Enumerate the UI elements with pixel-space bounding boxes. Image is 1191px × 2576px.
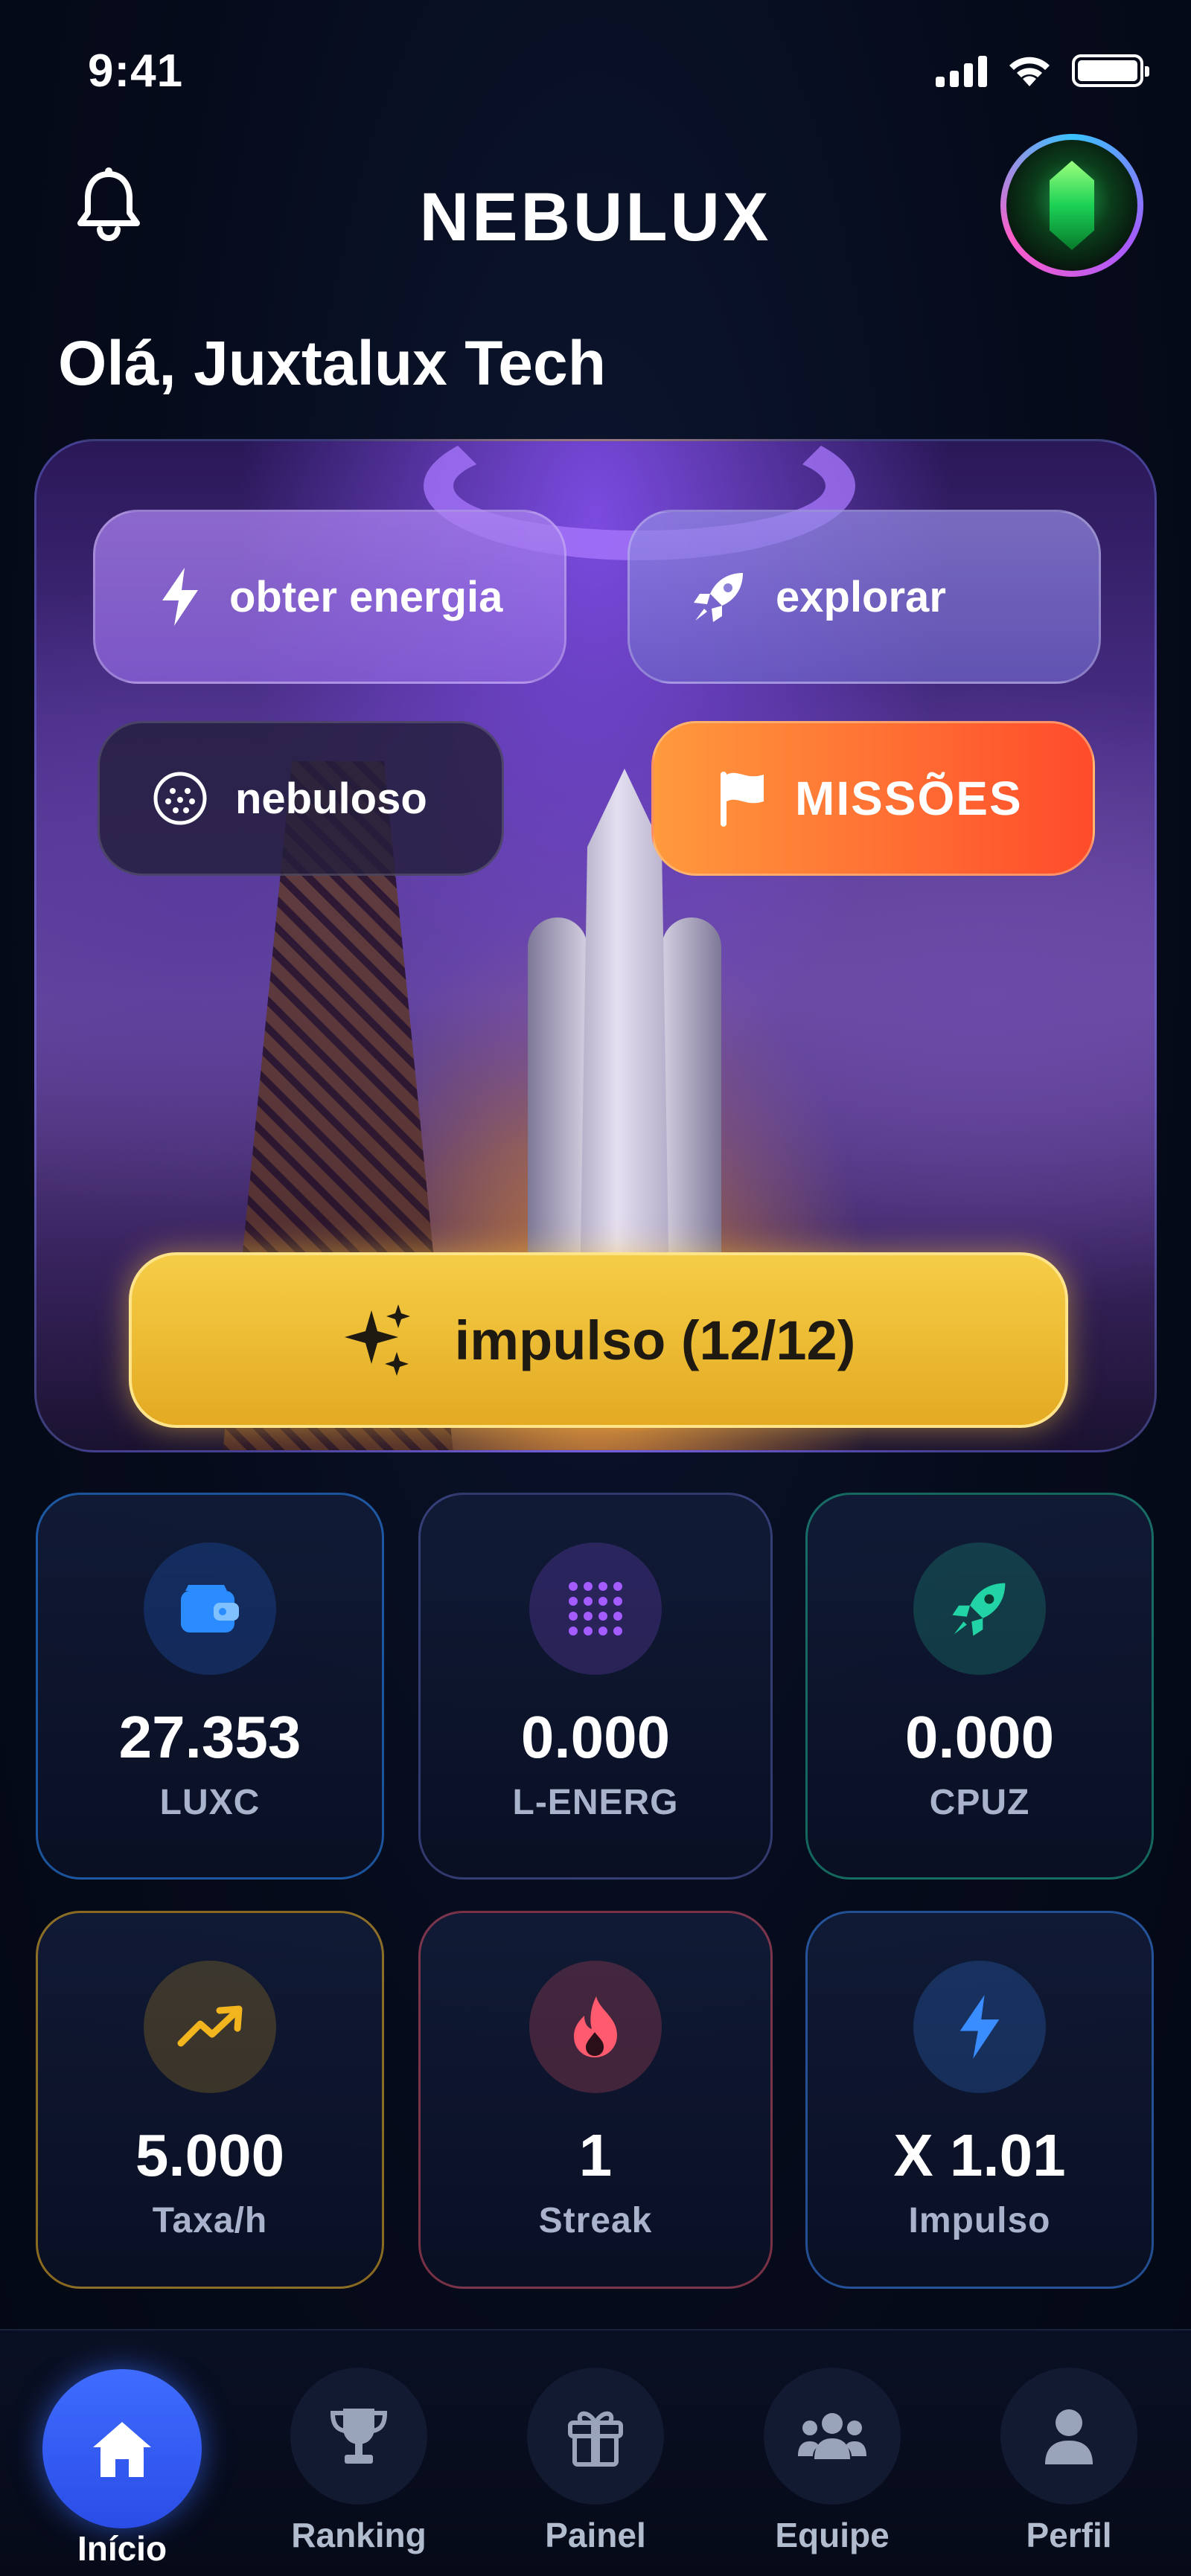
get-energy-button[interactable]: obter energia	[93, 510, 566, 684]
nav-item-inicio[interactable]: Início	[33, 2369, 211, 2569]
stat-label: Streak	[538, 2201, 653, 2240]
rocket-booster-right	[662, 917, 721, 1304]
stat-card-taxa: 5.000 Taxa/h	[36, 1911, 384, 2289]
boost-label: impulso (12/12)	[454, 1309, 856, 1371]
user-icon	[1000, 2368, 1137, 2505]
grid-dots-icon	[529, 1542, 662, 1675]
flag-icon	[721, 772, 764, 827]
stat-value: 1	[578, 2122, 613, 2188]
stat-label: L-ENERG	[512, 1783, 679, 1822]
nav-item-painel[interactable]: Painel	[506, 2368, 685, 2555]
stat-label: CPUZ	[929, 1783, 1030, 1822]
app-header: NEBULUX	[0, 134, 1191, 298]
stat-label: LUXC	[159, 1783, 261, 1822]
wallet-icon	[144, 1542, 276, 1675]
stat-value: 0.000	[520, 1704, 671, 1770]
missions-button[interactable]: MISSÕES	[651, 721, 1095, 876]
nebula-dots-icon	[153, 772, 207, 825]
team-icon	[764, 2368, 901, 2505]
nav-label: Início	[77, 2529, 167, 2568]
status-bar: 9:41	[0, 0, 1191, 141]
stat-value: 5.000	[135, 2122, 285, 2188]
rocket-icon	[694, 573, 743, 622]
nav-label: Equipe	[775, 2516, 890, 2554]
explore-button[interactable]: explorar	[628, 510, 1101, 684]
get-energy-label: obter energia	[229, 572, 503, 621]
stat-label: Taxa/h	[152, 2201, 268, 2240]
stat-value: 0.000	[904, 1704, 1055, 1770]
sparkles-icon	[344, 1304, 410, 1376]
status-icons	[936, 54, 1149, 88]
boost-button[interactable]: impulso (12/12)	[129, 1252, 1068, 1428]
stat-value: X 1.01	[893, 2122, 1066, 2188]
flame-icon	[529, 1961, 662, 2093]
crystal-icon	[1006, 140, 1137, 271]
nav-item-ranking[interactable]: Ranking	[269, 2368, 448, 2555]
explore-label: explorar	[776, 572, 946, 621]
gift-icon	[527, 2368, 664, 2505]
avatar[interactable]	[1000, 134, 1143, 277]
nav-item-perfil[interactable]: Perfil	[980, 2368, 1158, 2555]
wifi-icon	[1009, 57, 1050, 86]
stat-card-l-energ: 0.000 L-ENERG	[418, 1493, 773, 1880]
battery-icon	[1072, 54, 1149, 87]
stat-card-luxc: 27.353 LUXC	[36, 1493, 384, 1880]
lightning-icon	[913, 1961, 1046, 2093]
bottom-nav: Início Ranking Painel Equipe Perfil	[0, 2329, 1191, 2576]
nebula-button[interactable]: nebuloso	[98, 721, 504, 876]
nav-label: Perfil	[1026, 2516, 1112, 2554]
home-screen: 9:41 NEBULUX Olá, Juxtalux Tech obter en…	[0, 0, 1191, 2576]
signal-icon	[936, 54, 987, 87]
status-time: 9:41	[88, 45, 184, 97]
rocket-icon	[913, 1542, 1046, 1675]
stat-card-streak: 1 Streak	[418, 1911, 773, 2289]
hero-card: obter energia explorar nebuloso MISSÕES …	[34, 439, 1157, 1452]
trophy-icon	[290, 2368, 427, 2505]
stat-label: Impulso	[908, 2201, 1051, 2240]
stat-value: 27.353	[118, 1704, 301, 1770]
home-icon	[42, 2369, 202, 2528]
nav-item-equipe[interactable]: Equipe	[743, 2368, 922, 2555]
nav-label: Ranking	[291, 2516, 427, 2554]
stat-card-impulso: X 1.01 Impulso	[805, 1911, 1154, 2289]
greeting: Olá, Juxtalux Tech	[58, 328, 607, 398]
missions-label: MISSÕES	[795, 772, 1023, 825]
stat-card-cpuz: 0.000 CPUZ	[805, 1493, 1154, 1880]
lightning-icon	[162, 568, 198, 626]
nebula-label: nebuloso	[235, 774, 427, 823]
trend-up-icon	[144, 1961, 276, 2093]
rocket-booster-left	[528, 917, 587, 1304]
nav-label: Painel	[545, 2516, 646, 2554]
